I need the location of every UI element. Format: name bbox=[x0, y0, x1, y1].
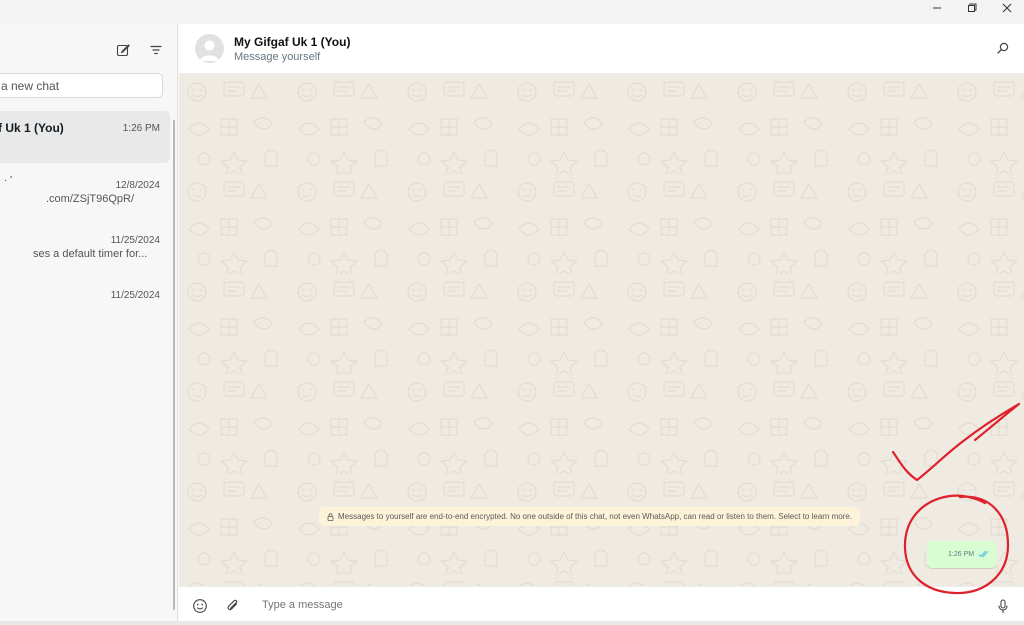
chat-list-item[interactable]: 11/25/2024 ses a default timer for... bbox=[0, 228, 170, 280]
avatar[interactable] bbox=[195, 34, 224, 63]
attach-button[interactable] bbox=[225, 598, 242, 615]
chat-time: 11/25/2024 bbox=[110, 235, 160, 246]
encryption-notice-text: Messages to yourself are end-to-end encr… bbox=[338, 512, 853, 521]
outgoing-message-bubble[interactable]: 1:26 PM bbox=[927, 541, 997, 568]
conversation-header[interactable]: My Gifgaf Uk 1 (You) Message yourself bbox=[179, 24, 1024, 74]
voice-message-button[interactable] bbox=[995, 598, 1012, 615]
search-input[interactable]: a new chat bbox=[0, 73, 163, 98]
chat-list-item[interactable]: f Uk 1 (You) 1:26 PM bbox=[0, 111, 170, 163]
filter-button[interactable] bbox=[147, 41, 165, 59]
title-bar bbox=[0, 0, 1024, 24]
window-bottom-edge bbox=[0, 621, 1024, 625]
search-icon bbox=[997, 42, 1009, 54]
chat-list-pane: a new chat f Uk 1 (You) 1:26 PM · ' 12/8… bbox=[0, 24, 178, 621]
lock-icon bbox=[327, 512, 334, 521]
chat-name-fragment: · ' bbox=[4, 175, 13, 186]
minimize-icon bbox=[933, 7, 941, 9]
emoji-icon bbox=[193, 599, 207, 613]
restore-icon bbox=[968, 3, 977, 12]
chat-snippet: .com/ZSjT96QpR/ bbox=[46, 193, 135, 205]
app-window: a new chat f Uk 1 (You) 1:26 PM · ' 12/8… bbox=[0, 0, 1024, 625]
minimize-button[interactable] bbox=[920, 0, 954, 16]
chat-name: f Uk 1 (You) bbox=[0, 121, 64, 135]
chat-snippet: ses a default timer for... bbox=[33, 248, 148, 260]
conversation-pane: My Gifgaf Uk 1 (You) Message yourself Me… bbox=[179, 24, 1024, 625]
chat-list-item[interactable]: 11/25/2024 bbox=[0, 283, 170, 335]
restore-button[interactable] bbox=[955, 0, 989, 16]
chat-list-item[interactable]: · ' 12/8/2024 .com/ZSjT96QpR/ bbox=[0, 173, 170, 225]
message-composer bbox=[179, 586, 1024, 625]
chat-time: 12/8/2024 bbox=[115, 180, 161, 191]
conversation-subtitle: Message yourself bbox=[234, 51, 321, 63]
search-in-chat-button[interactable] bbox=[996, 41, 1012, 57]
default-avatar-icon bbox=[200, 40, 219, 61]
new-chat-button[interactable] bbox=[114, 41, 132, 59]
encryption-notice[interactable]: Messages to yourself are end-to-end encr… bbox=[319, 507, 861, 526]
new-chat-icon bbox=[116, 44, 130, 57]
chat-list-scrollbar[interactable] bbox=[173, 120, 175, 610]
chat-time: 11/25/2024 bbox=[110, 290, 160, 301]
message-area[interactable]: Messages to yourself are end-to-end encr… bbox=[179, 74, 1024, 586]
filter-icon bbox=[150, 45, 162, 55]
microphone-icon bbox=[998, 599, 1008, 614]
paperclip-icon bbox=[227, 599, 238, 611]
message-time: 1:26 PM bbox=[948, 551, 975, 558]
message-input[interactable] bbox=[262, 599, 962, 611]
chat-time: 1:26 PM bbox=[122, 123, 160, 134]
double-check-icon bbox=[978, 550, 989, 558]
close-icon bbox=[1002, 3, 1012, 13]
conversation-title: My Gifgaf Uk 1 (You) bbox=[234, 35, 351, 49]
emoji-button[interactable] bbox=[192, 598, 209, 615]
close-button[interactable] bbox=[990, 0, 1024, 16]
